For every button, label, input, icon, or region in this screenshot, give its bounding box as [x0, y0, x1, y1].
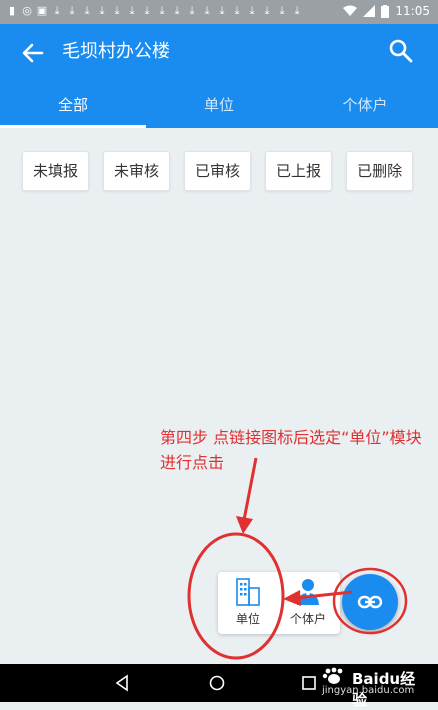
paw-logo-icon — [322, 667, 343, 684]
back-button[interactable] — [18, 38, 48, 68]
download-icon: ⤓ — [249, 4, 255, 17]
tab-individual[interactable]: 个体户 — [292, 82, 438, 128]
arrow-back-icon — [22, 43, 44, 63]
status-bar: ▮ ◎ ▣ ⤓ ⤓ ⤓ ⤓ ⤓ ⤓ ⤓ ⤓ ⤓ ⤓ ⤓ ⤓ ⤓ ⤓ ⤓ ⤓ ⤓ … — [0, 0, 438, 24]
home-nav-icon[interactable] — [208, 674, 226, 692]
notification-icons: ▮ ◎ ▣ ⤓ ⤓ ⤓ ⤓ ⤓ ⤓ ⤓ ⤓ ⤓ ⤓ ⤓ ⤓ ⤓ ⤓ ⤓ ⤓ ⤓ — [6, 4, 303, 18]
menu-item-individual[interactable]: 个体户 — [278, 572, 338, 634]
search-icon — [389, 39, 413, 63]
wifi-icon — [343, 5, 358, 16]
filter-deleted[interactable]: 已删除 — [346, 151, 414, 191]
filter-reviewed[interactable]: 已审核 — [184, 151, 252, 191]
notification-icon: ▮ — [8, 4, 16, 17]
clock: 11:05 — [395, 4, 430, 18]
download-icon: ⤓ — [144, 4, 150, 17]
fab-menu: 单位 个体户 — [218, 572, 340, 634]
filter-unreviewed[interactable]: 未审核 — [103, 151, 171, 191]
download-icon: ⤓ — [189, 4, 195, 17]
tab-unit[interactable]: 单位 — [146, 82, 292, 128]
search-button[interactable] — [388, 38, 414, 64]
download-icon: ⤓ — [129, 4, 135, 17]
download-icon: ⤓ — [279, 4, 285, 17]
recents-nav-icon[interactable] — [300, 674, 318, 692]
link-fab-button[interactable] — [342, 574, 398, 630]
download-icon: ⤓ — [69, 4, 75, 17]
link-icon — [357, 595, 383, 609]
download-icon: ⤓ — [159, 4, 165, 17]
download-icon: ⤓ — [219, 4, 225, 17]
menu-item-unit-label: 单位 — [235, 612, 260, 626]
menu-item-individual-label: 个体户 — [289, 612, 326, 626]
watermark-url: jingyan.baidu.com — [322, 685, 415, 696]
signal-icon — [363, 5, 376, 17]
building-icon — [236, 578, 260, 606]
app-bar: 毛坝村办公楼 全部 单位 个体户 — [0, 24, 438, 128]
status-filters: 未填报 未审核 已审核 已上报 已删除 — [22, 151, 414, 191]
filter-unfilled[interactable]: 未填报 — [22, 151, 90, 191]
battery-icon — [381, 4, 390, 18]
download-icon: ⤓ — [99, 4, 105, 17]
arrow-down-head — [236, 516, 253, 534]
page-title: 毛坝村办公楼 — [62, 41, 170, 62]
download-icon: ⤓ — [264, 4, 270, 17]
download-icon: ⤓ — [174, 4, 180, 17]
menu-item-unit[interactable]: 单位 — [218, 572, 278, 634]
status-right: 11:05 — [343, 4, 430, 18]
download-icon: ⤓ — [54, 4, 60, 17]
notification-icon: ▣ — [36, 4, 48, 17]
download-icon: ⤓ — [234, 4, 240, 17]
baidu-watermark: Baidu经验 jingyan.baidu.com — [318, 667, 430, 709]
tutorial-annotation: 第四步 点链接图标后选定“单位”模块进行点击 — [160, 428, 422, 472]
tab-all[interactable]: 全部 — [0, 82, 146, 128]
back-nav-icon[interactable] — [114, 674, 132, 692]
download-icon: ⤓ — [294, 4, 300, 17]
download-icon: ⤓ — [114, 4, 120, 17]
download-icon: ⤓ — [204, 4, 210, 17]
download-icon: ⤓ — [84, 4, 90, 17]
notification-icon: ◎ — [22, 4, 32, 17]
filter-reported[interactable]: 已上报 — [265, 151, 333, 191]
person-icon — [297, 579, 319, 605]
tab-bar: 全部 单位 个体户 — [0, 82, 438, 128]
